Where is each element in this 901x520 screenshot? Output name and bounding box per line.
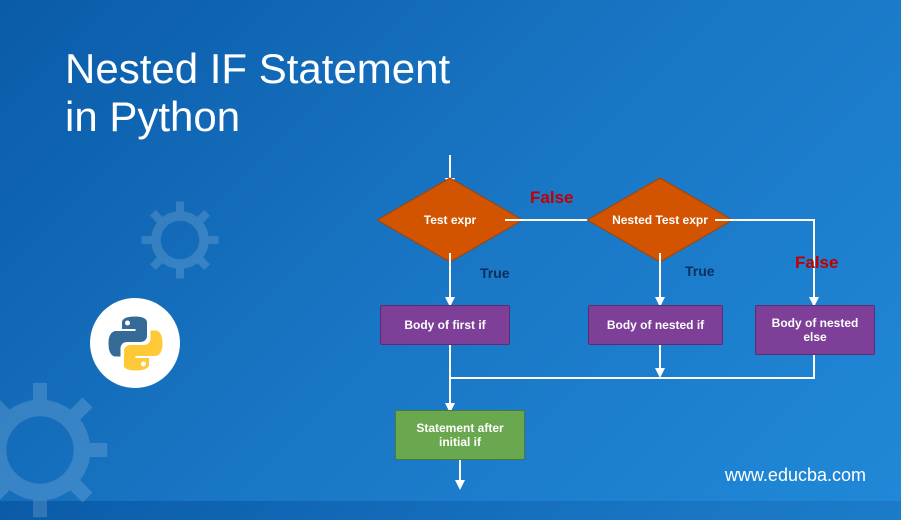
decision-label: Test expr [424,213,476,227]
label-true: True [480,265,510,281]
process-body-nested-if: Body of nested if [588,305,723,345]
process-body-nested-else: Body of nested else [755,305,875,355]
python-icon [108,316,163,371]
arrow-line [451,377,815,379]
label-false: False [795,253,838,273]
arrow-line [715,219,815,221]
arrow-head-down-icon [455,480,465,490]
arrow-line [459,460,461,482]
label-true: True [685,263,715,279]
page-title: Nested IF Statement in Python [65,45,450,142]
title-line-2: in Python [65,93,450,141]
process-statement-after-if: Statement after initial if [395,410,525,460]
arrow-line [659,345,661,370]
title-line-1: Nested IF Statement [65,45,450,93]
decision-label: Nested Test expr [612,213,708,227]
website-url: www.educba.com [725,465,866,486]
label-false: False [530,188,573,208]
box-label: Body of first if [404,318,485,332]
box-label: Body of nested if [607,318,704,332]
arrow-line [449,155,451,180]
arrow-line [659,253,661,301]
arrow-line [449,253,451,301]
gear-icon [0,380,110,520]
flowchart: Test expr False Nested Test expr False T… [310,155,890,495]
process-body-first-if: Body of first if [380,305,510,345]
decision-nested-test-expr: Nested Test expr [600,185,720,255]
arrow-line [813,355,815,377]
arrow-line [449,345,451,407]
box-label: Statement after initial if [410,421,510,449]
gear-icon [140,200,220,280]
decision-test-expr: Test expr [390,185,510,255]
python-logo-badge [90,298,180,388]
box-label: Body of nested else [770,316,860,344]
